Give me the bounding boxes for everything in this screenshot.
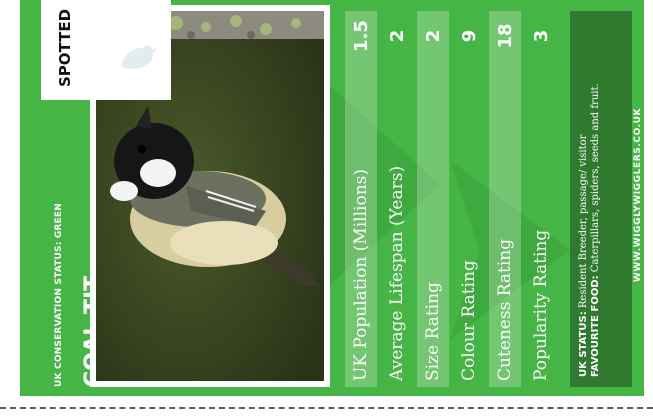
stat-row-colour: Colour Rating 9 <box>453 11 485 387</box>
info-box: UK STATUS: Resident Breeder, passage/ vi… <box>570 11 632 387</box>
bird-card: UK CONSERVATION STATUS: GREEN COAL TIT <box>20 0 644 396</box>
stat-value: 18 <box>494 23 516 49</box>
stat-label: UK Population (Millions) <box>351 168 371 381</box>
stat-row-popularity: Popularity Rating 3 <box>525 11 557 387</box>
stat-label: Colour Rating <box>459 260 479 381</box>
stats-table: UK Population (Millions) 1.5 Average Lif… <box>345 11 565 387</box>
uk-status-value: Resident Breeder, passage/ visitor <box>578 134 589 309</box>
favourite-food: FAVOURITE FOOD: Caterpillars, spiders, s… <box>590 21 602 377</box>
stat-value: 2 <box>422 29 444 43</box>
favourite-food-key: FAVOURITE FOOD: <box>590 275 601 377</box>
favourite-food-value: Caterpillars, spiders, seeds and fruit. <box>590 83 601 273</box>
uk-status-key: UK STATUS: <box>578 311 589 377</box>
cut-line <box>0 407 653 409</box>
stat-label: Popularity Rating <box>531 229 551 381</box>
stat-label: Size Rating <box>423 282 443 381</box>
stat-row-size: Size Rating 2 <box>417 11 449 387</box>
stat-row-lifespan: Average Lifespan (Years) 2 <box>381 11 413 387</box>
bird-silhouette-icon <box>121 46 157 69</box>
stat-label: Cuteness Rating <box>495 238 515 381</box>
website-link[interactable]: WWW.WIGGLYWIGGLERS.CO.UK <box>633 10 644 380</box>
stat-label: Average Lifespan (Years) <box>387 165 407 381</box>
uk-status: UK STATUS: Resident Breeder, passage/ vi… <box>578 21 590 377</box>
spotted-label: SPOTTED <box>56 8 74 88</box>
stat-value: 9 <box>458 29 480 43</box>
stat-value: 3 <box>530 29 552 43</box>
stat-value: 1.5 <box>350 20 372 52</box>
stat-value: 2 <box>386 29 408 43</box>
stat-row-cuteness: Cuteness Rating 18 <box>489 11 521 387</box>
stat-row-population: UK Population (Millions) 1.5 <box>345 11 377 387</box>
